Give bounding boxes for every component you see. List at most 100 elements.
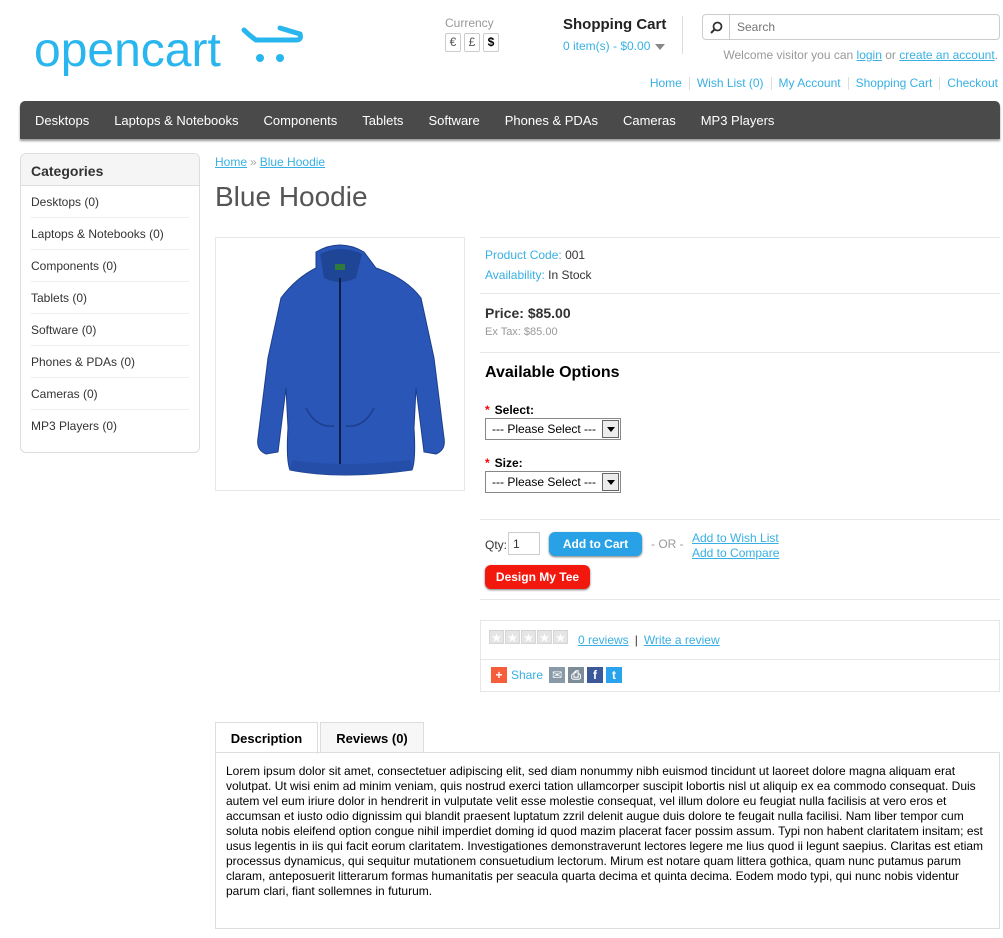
dropdown-arrow-icon [602,420,619,438]
option-select-value: --- Please Select --- [492,422,597,436]
opencart-logo[interactable]: opencart [34,22,314,78]
price-value: $85.00 [527,305,571,321]
divider [480,237,1000,238]
qty-label: Qty: [485,538,508,552]
divider [480,352,1000,353]
header-divider [682,16,683,54]
menu-item-tablets[interactable]: Tablets [362,113,403,128]
facebook-icon[interactable]: f [587,667,604,683]
add-to-wish-list-link[interactable]: Add to Wish List [692,531,779,546]
breadcrumb-current[interactable]: Blue Hoodie [260,155,325,169]
twitter-icon[interactable]: t [606,667,623,683]
search-box [702,14,1000,40]
star-icon: ★ [537,630,552,645]
price-label: Price: [485,305,524,321]
option-size-dropdown[interactable]: --- Please Select --- [485,471,621,493]
create-account-link[interactable]: create an account [899,48,994,62]
category-tablets[interactable]: Tablets (0) [31,282,189,314]
share-bar: + Share ✉ ⎙ f t [491,667,625,683]
menu-item-software[interactable]: Software [428,113,479,128]
currency-euro[interactable]: € [445,33,461,52]
description-text: Lorem ipsum dolor sit amet, consectetuer… [226,764,984,898]
price-row: Price: $85.00 [485,305,571,321]
home-link[interactable]: Home [643,77,689,90]
search-button[interactable] [703,15,730,39]
product-info: Product Code: 001 Availability: In Stock [485,245,592,285]
add-to-cart-button[interactable]: Add to Cart [549,532,642,556]
design-my-tee-button[interactable]: Design My Tee [485,565,590,589]
currency-dollar[interactable]: $ [483,33,499,52]
categories-box: Categories Desktops (0) Laptops & Notebo… [20,153,200,453]
shopping-cart-link[interactable]: Shopping Cart [847,77,940,90]
category-laptops[interactable]: Laptops & Notebooks (0) [31,218,189,250]
cart-wheel-icon [256,54,264,62]
logo-text: opencart [34,24,221,77]
tab-reviews[interactable]: Reviews (0) [320,722,424,753]
menu-item-mp3[interactable]: MP3 Players [701,113,775,128]
menu-item-cameras[interactable]: Cameras [623,113,676,128]
add-to-compare-link[interactable]: Add to Compare [692,546,779,561]
review-separator: | [634,633,638,647]
review-links: 0 reviews | Write a review [578,633,720,647]
star-icon: ★ [521,630,536,645]
my-account-link[interactable]: My Account [770,77,848,90]
cart-summary[interactable]: 0 item(s) - $0.00 [563,39,666,53]
header-links: Home Wish List (0) My Account Shopping C… [643,77,998,90]
search-input[interactable] [730,20,980,34]
write-review-link[interactable]: Write a review [644,633,720,647]
wish-list-link[interactable]: Wish List (0) [688,77,771,90]
category-cameras[interactable]: Cameras (0) [31,378,189,410]
reviews-count-link[interactable]: 0 reviews [578,633,629,647]
dropdown-arrow-icon [602,473,619,491]
star-icon: ★ [553,630,568,645]
hoodie-image [257,244,445,476]
product-image[interactable] [215,237,465,491]
category-components[interactable]: Components (0) [31,250,189,282]
currency-pound[interactable]: £ [464,33,480,52]
share-plus-icon[interactable]: + [491,667,507,683]
star-icon: ★ [489,630,504,645]
menu-item-laptops[interactable]: Laptops & Notebooks [114,113,238,128]
share-label[interactable]: Share [511,668,543,682]
page-title: Blue Hoodie [215,181,368,212]
welcome-prefix: Welcome visitor you can [723,48,857,62]
login-link[interactable]: login [857,48,882,62]
divider [481,659,999,660]
email-icon[interactable]: ✉ [549,667,566,683]
categories-list: Desktops (0) Laptops & Notebooks (0) Com… [21,186,199,442]
price-block: Price: $85.00 Ex Tax: $85.00 [485,305,571,338]
chevron-down-icon [655,43,666,50]
product-code-label: Product Code: [485,248,562,262]
quantity-input[interactable] [508,532,540,555]
print-icon[interactable]: ⎙ [568,667,585,683]
cart-title: Shopping Cart [563,16,667,33]
star-icon: ★ [505,630,520,645]
category-desktops[interactable]: Desktops (0) [31,186,189,218]
currency-switcher: Currency € £ $ [445,16,502,52]
checkout-link[interactable]: Checkout [939,77,998,90]
tab-description[interactable]: Description [215,722,318,754]
breadcrumb: Home» Blue Hoodie [215,155,325,169]
currency-label: Currency [445,16,494,30]
breadcrumb-home[interactable]: Home [215,155,247,169]
main-menu: Desktops Laptops & Notebooks Components … [20,101,1000,139]
divider [480,519,1000,520]
search-icon [709,21,722,34]
availability-value: In Stock [548,268,592,282]
category-phones[interactable]: Phones & PDAs (0) [31,346,189,378]
menu-item-phones[interactable]: Phones & PDAs [505,113,598,128]
ex-tax-price: Ex Tax: $85.00 [485,326,558,338]
wish-compare-links: Add to Wish List Add to Compare [692,531,779,561]
menu-item-desktops[interactable]: Desktops [35,113,89,128]
option-select-dropdown[interactable]: --- Please Select --- [485,418,621,440]
category-mp3[interactable]: MP3 Players (0) [31,410,189,442]
menu-item-components[interactable]: Components [264,113,338,128]
review-box: ★ ★ ★ ★ ★ 0 reviews | Write a review + Sha… [480,620,1000,692]
product-code-value: 001 [565,248,586,262]
header-cart[interactable]: Shopping Cart 0 item(s) - $0.00 [563,16,666,53]
option-select-label-text: Select: [494,403,535,417]
breadcrumb-separator: » [250,155,257,169]
category-software[interactable]: Software (0) [31,314,189,346]
cart-summary-text: 0 item(s) - $0.00 [563,39,651,53]
option-size-value: --- Please Select --- [492,475,597,489]
